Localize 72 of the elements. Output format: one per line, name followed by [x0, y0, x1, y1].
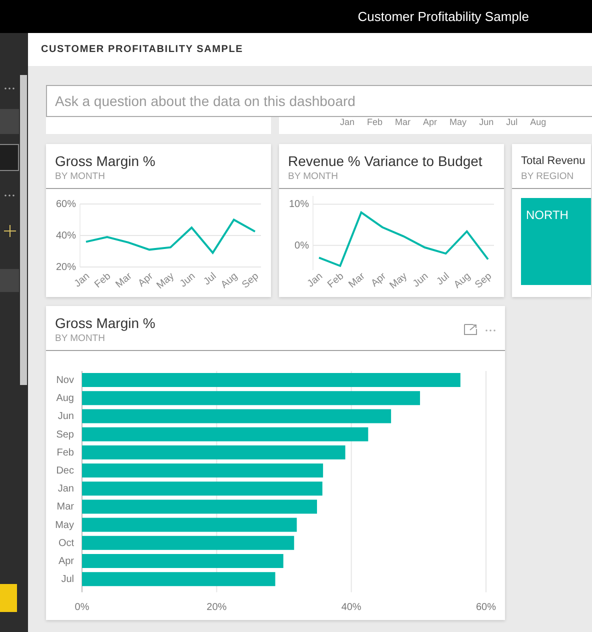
axis-label: Feb — [56, 447, 74, 458]
more-icon[interactable] — [4, 87, 15, 90]
tile-title: Total Revenu — [521, 154, 582, 169]
tile-subtitle: BY MONTH — [55, 332, 106, 346]
axis-label: Jul — [202, 270, 219, 288]
axis-label: Feb — [92, 270, 114, 290]
axis-label: Mar — [56, 502, 74, 513]
focus-mode-icon[interactable] — [464, 324, 477, 335]
tile-title: Gross Margin % — [55, 314, 156, 332]
chart-tile[interactable] — [46, 117, 271, 134]
axis-label: Feb — [326, 270, 346, 290]
tile-title: Gross Margin % — [55, 152, 156, 170]
nav-field[interactable] — [0, 144, 19, 171]
axis-label: 10% — [288, 199, 309, 210]
axis-label: Oct — [58, 538, 74, 549]
axis-label: Feb — [367, 117, 383, 129]
axis-label: Jul — [434, 270, 452, 288]
axis-label: May — [450, 117, 467, 129]
axis-label: 0% — [294, 240, 309, 252]
axis-label: Jul — [506, 117, 518, 129]
chart-tile[interactable]: Gross Margin % BY MONTH 20% 40% 60% Jan Feb Mar Apr May Jun Jul Aug Sep — [46, 144, 271, 297]
axis-label: Apr — [136, 270, 156, 290]
axis-label: Jan — [58, 484, 74, 495]
question-field[interactable]: Ask a question about the data on this dashboard — [46, 85, 592, 117]
plus-icon[interactable] — [4, 225, 16, 237]
axis-label: May — [55, 520, 74, 531]
axis-label: Aug — [56, 393, 74, 404]
chart-tile[interactable]: Gross Margin % BY MONTH 0% 20% 40% 60% Nov Aug Jun Sep Feb Dec Jan Mar May Oct Apr Jul — [46, 306, 505, 620]
axis-label: Dec — [56, 466, 74, 476]
axis-label: Aug — [219, 270, 240, 291]
axis-label: Jul — [61, 574, 74, 586]
axis-label: Aug — [452, 270, 473, 291]
tile-subtitle: BY MONTH — [288, 170, 339, 184]
axis-label: Jan — [340, 117, 355, 129]
axis-label: Sep — [56, 429, 74, 440]
axis-label: 20% — [206, 602, 227, 614]
axis-label: 40% — [341, 602, 362, 614]
axis-label: 60% — [476, 602, 496, 614]
tile-subtitle: BY MONTH — [55, 170, 106, 184]
axis-label: Jun — [479, 117, 494, 129]
report-title: Customer Profitability Sample — [358, 8, 529, 26]
axis-label: Sep — [240, 270, 261, 291]
axis-label: Apr — [58, 556, 74, 567]
axis-label: Aug — [530, 117, 546, 129]
region-label: NORTH — [526, 208, 568, 222]
axis-label: Jun — [58, 411, 74, 422]
axis-label: 0% — [74, 602, 90, 614]
axis-label: Mar — [346, 270, 368, 290]
more-icon[interactable] — [4, 194, 15, 197]
axis-label: 20% — [56, 262, 76, 273]
tile-subtitle: BY REGION — [521, 170, 575, 184]
app-tile[interactable] — [0, 584, 17, 612]
chart-tile[interactable]: Jan Feb Mar Apr May Jun Jul Aug — [279, 117, 592, 134]
axis-label: Jan — [306, 270, 325, 290]
chart-tile[interactable]: Total Revenu BY REGION NORTH — [512, 144, 591, 297]
axis-label: Sep — [473, 270, 494, 291]
axis-label: Jan — [72, 270, 92, 290]
axis-label: May — [388, 270, 410, 292]
axis-label: Mar — [114, 270, 134, 290]
axis-label: 40% — [56, 230, 76, 242]
axis-label: Jun — [178, 270, 198, 290]
axis-label: Nov — [56, 375, 74, 386]
axis-label: Apr — [369, 270, 388, 290]
scrollbar[interactable] — [20, 75, 27, 385]
axis-label: Apr — [423, 117, 438, 129]
chart-tile[interactable]: Revenue % Variance to Budget BY MONTH 0% 10% Jan Feb Mar Apr May Jun Jul Aug Sep — [279, 144, 504, 297]
axis-label: Mar — [395, 117, 411, 129]
axis-label: Jun — [411, 270, 431, 290]
tile-title: Revenue % Variance to Budget — [288, 152, 484, 170]
axis-label: 60% — [56, 199, 76, 210]
dashboard-title: CUSTOMER PROFITABILITY SAMPLE — [41, 43, 244, 57]
axis-label: May — [154, 270, 176, 292]
